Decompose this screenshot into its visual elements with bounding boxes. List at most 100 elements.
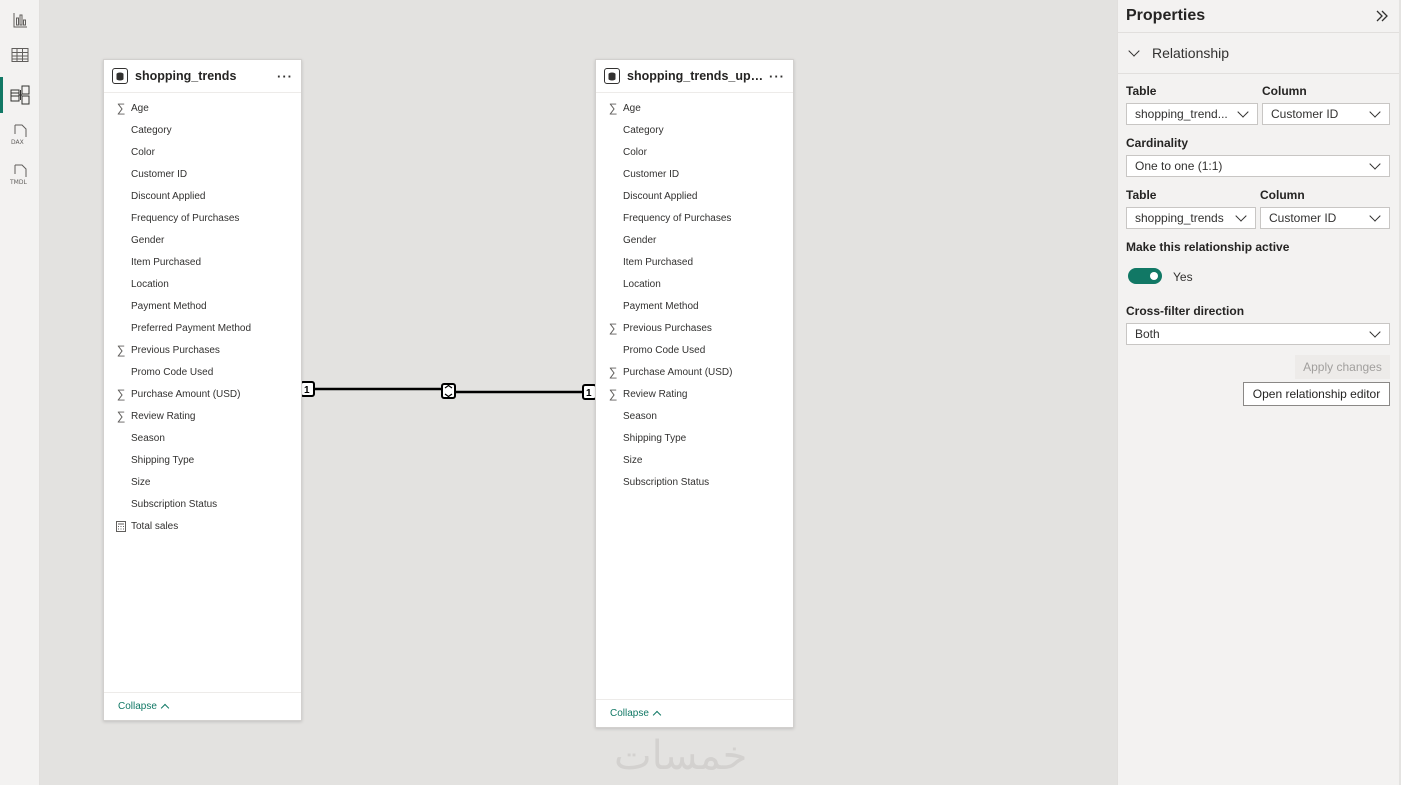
relationship-section-toggle[interactable]: Relationship [1118,33,1399,74]
field-item[interactable]: ∑ Review Rating [596,383,793,405]
field-name: Payment Method [131,300,207,312]
field-item[interactable]: ∑ Purchase Amount (USD) [104,383,301,405]
active-toggle[interactable] [1128,268,1162,284]
table-card-shopping-trends[interactable]: shopping_trends ··· ∑ Age Category Color Cus… [103,59,302,721]
field-item[interactable]: Frequency of Purchases [104,207,301,229]
report-view-icon[interactable] [0,0,39,40]
field-name: Customer ID [623,168,680,180]
field-icon-blank [607,168,619,180]
field-item[interactable]: Discount Applied [104,185,301,207]
table-card-shopping-trends-updated[interactable]: shopping_trends_updat... ··· ∑ Age Categor… [595,59,794,728]
field-item[interactable]: Gender [104,229,301,251]
field-item[interactable]: Promo Code Used [104,361,301,383]
table-header[interactable]: shopping_trends_updat... ··· [596,60,793,93]
field-icon-blank [115,300,127,312]
field-item[interactable]: Season [104,427,301,449]
field-item[interactable]: Subscription Status [104,493,301,515]
collapse-pane-icon[interactable] [1371,5,1393,27]
field-item[interactable]: Item Purchased [104,251,301,273]
field-item[interactable]: ∑ Previous Purchases [596,317,793,339]
field-item[interactable]: Season [596,405,793,427]
field-icon-blank [607,190,619,202]
crossfilter-dropdown[interactable]: Both [1126,323,1390,345]
field-name: Age [623,102,641,114]
field-name: Discount Applied [131,190,206,202]
model-view-icon[interactable] [0,75,39,115]
table-header[interactable]: shopping_trends ··· [104,60,301,93]
field-item[interactable]: Subscription Status [596,471,793,493]
field-name: Size [131,476,151,488]
field-icon-blank [607,300,619,312]
field-item[interactable]: Payment Method [104,295,301,317]
field-item[interactable]: Total sales [104,515,301,537]
field-item[interactable]: Category [104,119,301,141]
chevron-down-icon [1369,106,1381,118]
active-value: Yes [1173,270,1193,284]
to-table-dropdown[interactable]: shopping_trends [1126,207,1256,229]
field-icon-blank [115,322,127,334]
cardinality-dropdown[interactable]: One to one (1:1) [1126,155,1390,177]
field-item[interactable]: Location [596,273,793,295]
field-icon-blank [115,234,127,246]
field-name: Purchase Amount (USD) [623,366,733,378]
field-item[interactable]: Shipping Type [104,449,301,471]
more-options-icon[interactable]: ··· [765,69,785,84]
chevron-down-icon [1369,326,1381,338]
table-view-icon[interactable] [0,35,39,75]
field-item[interactable]: Item Purchased [596,251,793,273]
field-item[interactable]: ∑ Review Rating [104,405,301,427]
properties-header: Properties [1118,0,1399,33]
collapse-label: Collapse [610,708,649,719]
sigma-icon: ∑ [116,101,126,115]
field-item[interactable]: Size [104,471,301,493]
apply-changes-button[interactable]: Apply changes [1295,355,1390,379]
field-icon-blank [115,212,127,224]
field-name: Customer ID [131,168,188,180]
properties-pane: Properties Relationship Table Column sho… [1117,0,1399,785]
field-name: Previous Purchases [623,322,712,334]
field-item[interactable]: Color [104,141,301,163]
field-item[interactable]: Discount Applied [596,185,793,207]
field-item[interactable]: Size [596,449,793,471]
chevron-up-icon [160,703,170,713]
field-item[interactable]: ∑ Age [104,97,301,119]
field-name: Season [131,432,165,444]
field-item[interactable]: Payment Method [596,295,793,317]
chevron-up-icon [652,710,662,720]
collapse-button[interactable]: Collapse [104,692,301,720]
watermark: خمسات [614,733,748,779]
field-name: Review Rating [131,410,196,422]
model-canvas[interactable]: 1 1 shopping_trends ··· ∑ Age Category Colo… [40,0,1117,785]
table-title: shopping_trends_updat... [627,69,765,83]
active-label: Make this relationship active [1126,240,1290,254]
left-cardinality: 1 [304,385,310,396]
from-column-value: Customer ID [1271,107,1339,121]
to-table-value: shopping_trends [1135,211,1224,225]
field-icon-blank [607,454,619,466]
field-item[interactable]: Promo Code Used [596,339,793,361]
measure-icon [115,520,127,532]
field-item[interactable]: Gender [596,229,793,251]
field-item[interactable]: Color [596,141,793,163]
field-item[interactable]: Shipping Type [596,427,793,449]
field-item[interactable]: Customer ID [104,163,301,185]
to-column-dropdown[interactable]: Customer ID [1260,207,1390,229]
dax-query-view-icon[interactable]: DAX [0,115,39,155]
field-item[interactable]: Category [596,119,793,141]
field-item[interactable]: Customer ID [596,163,793,185]
field-item[interactable]: ∑ Previous Purchases [104,339,301,361]
collapse-button[interactable]: Collapse [596,699,793,727]
field-item[interactable]: ∑ Age [596,97,793,119]
field-item[interactable]: ∑ Purchase Amount (USD) [596,361,793,383]
chevron-down-icon [1369,158,1381,170]
field-name: Shipping Type [623,432,687,444]
more-options-icon[interactable]: ··· [273,69,293,84]
field-item[interactable]: Preferred Payment Method [104,317,301,339]
field-name: Previous Purchases [131,344,220,356]
from-column-dropdown[interactable]: Customer ID [1262,103,1390,125]
field-item[interactable]: Location [104,273,301,295]
from-table-dropdown[interactable]: shopping_trend... [1126,103,1258,125]
field-item[interactable]: Frequency of Purchases [596,207,793,229]
tmdl-view-icon[interactable]: TMDL [0,155,39,195]
open-relationship-editor-button[interactable]: Open relationship editor [1243,382,1390,406]
